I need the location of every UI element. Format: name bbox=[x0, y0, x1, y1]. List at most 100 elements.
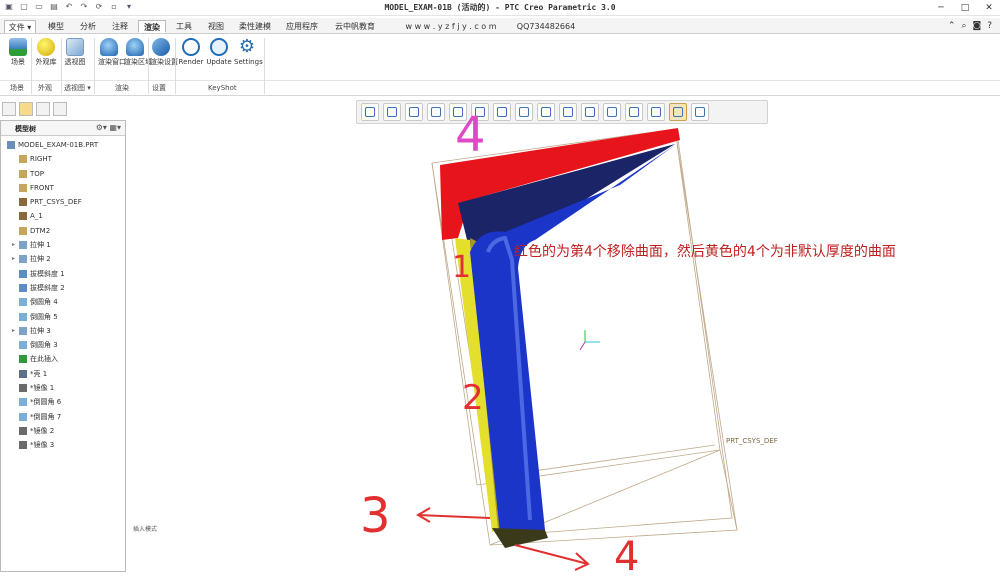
tree-item[interactable]: MODEL_EXAM-01B.PRT bbox=[1, 138, 125, 152]
toolbar-glyph bbox=[365, 107, 375, 117]
expand-arrow-icon[interactable]: ▸ bbox=[12, 238, 15, 252]
keyshot-render-button[interactable]: Render bbox=[178, 38, 204, 66]
tab-file[interactable]: 文件 ▾ bbox=[4, 20, 36, 33]
tree-item[interactable]: PRT_CSYS_DEF bbox=[1, 195, 125, 209]
tree-item[interactable]: ▸ 拉伸 3 bbox=[1, 324, 125, 338]
zoom-in-icon[interactable] bbox=[383, 103, 401, 121]
tab-education[interactable]: 云中帆教育 bbox=[328, 20, 382, 33]
tree-item[interactable]: 在此插入 bbox=[1, 352, 125, 366]
point-display-icon[interactable] bbox=[625, 103, 643, 121]
group-scene-label: 场景 bbox=[10, 84, 24, 92]
part-icon bbox=[7, 141, 15, 149]
render-region-button[interactable]: 渲染区域 bbox=[124, 38, 152, 66]
refit-icon[interactable] bbox=[361, 103, 379, 121]
annotation-text: 红色的为第4个移除曲面，然后黄色的4个为非默认厚度的曲面 bbox=[514, 244, 896, 260]
render-window-icon bbox=[100, 38, 118, 56]
render-label: Render bbox=[178, 58, 204, 66]
tree-item-label: 拉伸 3 bbox=[30, 326, 51, 335]
tree-item[interactable]: 倒圆角 4 bbox=[1, 295, 125, 309]
search-icon[interactable]: ⌕ bbox=[961, 20, 966, 32]
tree-item[interactable]: *壳 1 bbox=[1, 367, 125, 381]
maximize-icon[interactable]: □ bbox=[958, 0, 972, 16]
tree-item[interactable]: TOP bbox=[1, 167, 125, 181]
tree-item[interactable]: *镜像 2 bbox=[1, 424, 125, 438]
toolbar-glyph bbox=[563, 107, 573, 117]
expand-ribbon-icon[interactable]: ⌃ bbox=[948, 20, 956, 32]
annotation-display-icon[interactable] bbox=[559, 103, 577, 121]
tree-item-label: *镜像 2 bbox=[30, 426, 55, 435]
close-icon[interactable]: ✕ bbox=[982, 0, 996, 16]
help-tools: ⌃ ⌕ ◙ ? bbox=[948, 20, 992, 32]
help-icon[interactable]: ? bbox=[987, 20, 992, 32]
plane-display-icon[interactable] bbox=[581, 103, 599, 121]
community-icon[interactable]: ◙ bbox=[972, 20, 981, 32]
tab-annotate[interactable]: 注释 bbox=[106, 20, 134, 33]
tab-analysis[interactable]: 分析 bbox=[74, 20, 102, 33]
tree-item[interactable]: *倒圆角 7 bbox=[1, 410, 125, 424]
perspective-button[interactable]: 透视图 bbox=[64, 38, 86, 66]
spin-center-toggle-icon[interactable] bbox=[669, 103, 687, 121]
extrude-icon bbox=[19, 255, 27, 264]
tree-settings-icon[interactable]: ⚙▾ ▦▾ bbox=[96, 123, 121, 132]
tree-item[interactable]: *镜像 3 bbox=[1, 438, 125, 452]
repaint-icon[interactable] bbox=[427, 103, 445, 121]
appearance-gallery-button[interactable]: 外观库 bbox=[34, 38, 58, 66]
scene-button[interactable]: 场景 bbox=[6, 38, 30, 66]
tree-item[interactable]: ▸ 拉伸 1 bbox=[1, 238, 125, 252]
datum-plane-icon bbox=[19, 226, 27, 235]
view-manager-icon[interactable] bbox=[493, 103, 511, 121]
tree-item[interactable]: 倒圆角 3 bbox=[1, 338, 125, 352]
favorites-tab-icon[interactable] bbox=[36, 102, 50, 116]
tab-flexible-modeling[interactable]: 柔性建模 bbox=[234, 20, 276, 33]
tab-applications[interactable]: 应用程序 bbox=[280, 20, 324, 33]
appearance-icon bbox=[37, 38, 55, 56]
model-tree: MODEL_EXAM-01B.PRT RIGHT TOP FRONT PRT_CSYS_… bbox=[1, 138, 125, 453]
tree-item-label: 倒圆角 5 bbox=[30, 312, 58, 321]
tree-item[interactable]: FRONT bbox=[1, 181, 125, 195]
keyshot-settings-button[interactable]: ⚙ Settings bbox=[234, 38, 263, 67]
tree-item[interactable]: 倒圆角 5 bbox=[1, 310, 125, 324]
keyshot-update-button[interactable]: Update bbox=[206, 38, 232, 66]
model-tree-tab-icon[interactable] bbox=[2, 102, 16, 116]
tab-qq[interactable]: QQ734482664 bbox=[516, 20, 576, 33]
model-viewport[interactable] bbox=[128, 126, 1000, 576]
tree-item[interactable]: ▸ 拉伸 2 bbox=[1, 252, 125, 266]
spin-center-icon[interactable] bbox=[537, 103, 555, 121]
settings-label: Settings bbox=[234, 58, 263, 66]
tree-item[interactable]: 拔模斜度 1 bbox=[1, 267, 125, 281]
tab-render[interactable]: 渲染 bbox=[138, 20, 166, 33]
expand-arrow-icon[interactable]: ▸ bbox=[12, 324, 15, 338]
tab-website[interactable]: w w w . y z f j y . c o m bbox=[390, 20, 512, 33]
toolbar-glyph bbox=[651, 107, 661, 117]
history-tab-icon[interactable] bbox=[53, 102, 67, 116]
draft-icon bbox=[19, 283, 27, 292]
tab-model[interactable]: 模型 bbox=[42, 20, 70, 33]
tree-item-label: *壳 1 bbox=[30, 369, 48, 378]
scene-icon bbox=[9, 38, 27, 56]
group-perspective-label[interactable]: 透视图 ▾ bbox=[64, 82, 91, 94]
render-window-button[interactable]: 渲染窗口 bbox=[98, 38, 126, 66]
folder-browser-tab-icon[interactable] bbox=[19, 102, 33, 116]
tree-item-label: TOP bbox=[30, 169, 45, 178]
tab-tools[interactable]: 工具 bbox=[170, 20, 198, 33]
minimize-icon[interactable]: ─ bbox=[934, 0, 948, 16]
tree-item[interactable]: *倒圆角 6 bbox=[1, 395, 125, 409]
render-region-icon bbox=[126, 38, 144, 56]
annotations-toggle-icon[interactable] bbox=[691, 103, 709, 121]
tree-item[interactable]: 拔模斜度 2 bbox=[1, 281, 125, 295]
render-settings-icon bbox=[152, 38, 170, 56]
tree-item[interactable]: DTM2 bbox=[1, 224, 125, 238]
csys-display-icon[interactable] bbox=[647, 103, 665, 121]
axis-display-icon[interactable] bbox=[603, 103, 621, 121]
tree-item-label: 拔模斜度 2 bbox=[30, 283, 65, 292]
tree-item-label: MODEL_EXAM-01B.PRT bbox=[18, 141, 99, 149]
zoom-out-icon[interactable] bbox=[405, 103, 423, 121]
tree-item[interactable]: *镜像 1 bbox=[1, 381, 125, 395]
ribbon-separator bbox=[31, 38, 32, 94]
expand-arrow-icon[interactable]: ▸ bbox=[12, 252, 15, 266]
tab-view[interactable]: 视图 bbox=[202, 20, 230, 33]
tree-item[interactable]: RIGHT bbox=[1, 152, 125, 166]
perspective-view-icon[interactable] bbox=[515, 103, 533, 121]
tree-item[interactable]: A_1 bbox=[1, 209, 125, 223]
render-settings-button[interactable]: 渲染设置 bbox=[150, 38, 178, 66]
